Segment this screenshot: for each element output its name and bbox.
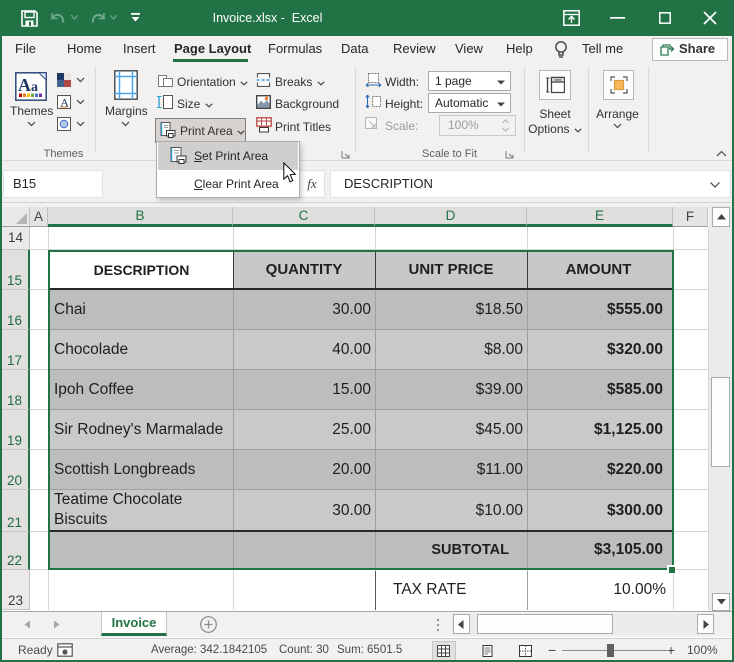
svg-text:A: A [18, 75, 31, 95]
svg-text:a: a [31, 80, 38, 95]
